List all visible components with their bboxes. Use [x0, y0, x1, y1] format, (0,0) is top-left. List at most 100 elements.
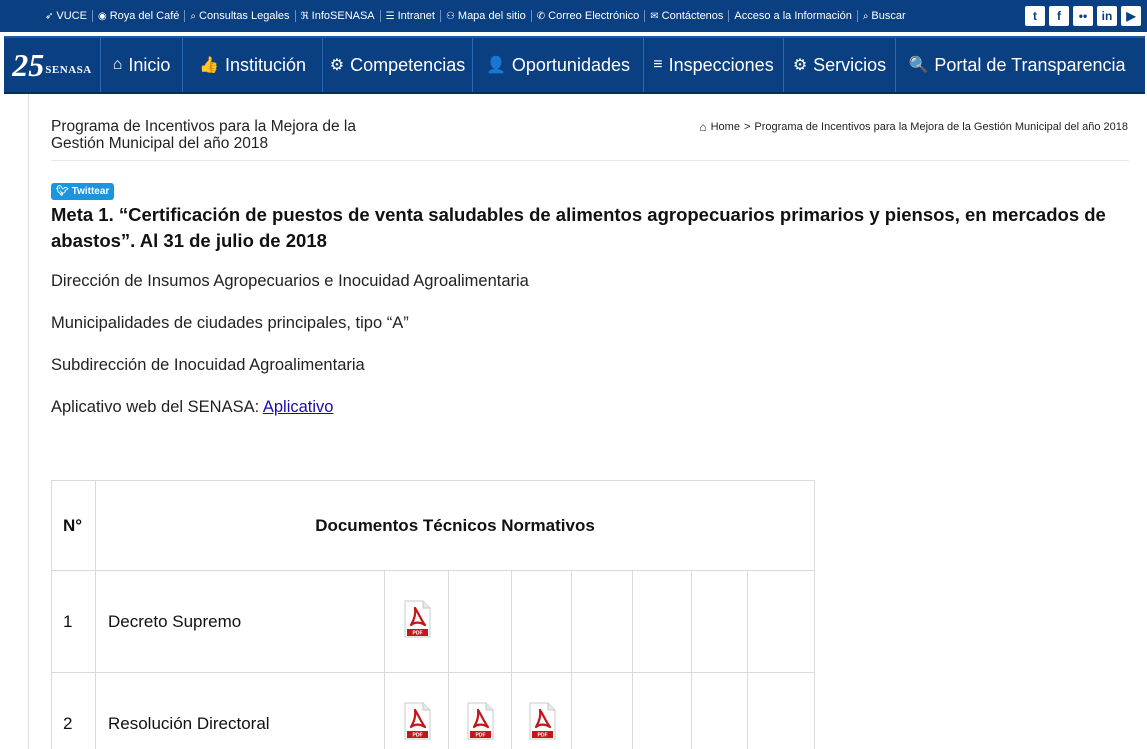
add-user-icon: 👤	[485, 57, 506, 74]
topbar-link-8[interactable]: Acceso a la Información	[729, 10, 856, 22]
pdf-cell: PDF	[384, 672, 449, 749]
tweet-button[interactable]: 🐦︎ Twittear	[51, 183, 115, 200]
gears-icon: ⚙	[792, 57, 808, 74]
home-icon: ⌂	[112, 56, 123, 73]
email-icon: ✆	[536, 10, 546, 22]
logo-number: 25	[12, 46, 45, 83]
nav-item-label: Oportunidades	[511, 54, 630, 75]
pdf-cell: PDF	[511, 672, 572, 749]
meta-heading: Meta 1. “Certificación de puestos de ven…	[51, 204, 1106, 251]
nav-item-competencias[interactable]: ⚙ Competencias	[323, 38, 473, 92]
topbar-link-label: Consultas Legales	[199, 10, 290, 22]
twitter-icon[interactable]: t	[1025, 6, 1045, 26]
nav-item-institución[interactable]: 👍 Institución	[183, 38, 323, 92]
pdf-cell	[571, 672, 633, 749]
topbar-link-label: InfoSENASA	[311, 10, 375, 22]
pdf-cell	[632, 672, 692, 749]
nav-item-label: Portal de Transparencia	[934, 54, 1126, 75]
pdf-cell	[571, 570, 633, 673]
logo-text: SENASA	[45, 64, 92, 76]
topbar-link-2[interactable]: ⌕ Consultas Legales	[185, 10, 294, 22]
linkedin-icon[interactable]: in	[1097, 6, 1117, 26]
flickr-icon[interactable]: ••	[1073, 6, 1093, 26]
page-title: Programa de Incentivos para la Mejora de…	[51, 118, 356, 152]
nav-item-label: Inicio	[128, 54, 171, 75]
municipality-type-text: Municipalidades de ciudades principales,…	[51, 314, 409, 332]
row-number: 2	[51, 672, 96, 749]
app-link[interactable]: Aplicativo	[263, 398, 334, 416]
pdf-icon[interactable]: PDF	[402, 600, 432, 638]
pdf-icon[interactable]: PDF	[527, 702, 557, 740]
topbar-link-0[interactable]: ➶ VUCE	[40, 10, 92, 22]
pdf-cell	[691, 672, 748, 749]
document-name: Resolución Directoral	[95, 672, 385, 749]
table-row: 2 Resolución Directoral PDF PDF PDF	[51, 672, 815, 749]
social-links: t f •• in ▶	[1025, 6, 1141, 26]
search-icon: ⌕	[862, 10, 869, 22]
svg-text:PDF: PDF	[412, 733, 422, 739]
search-icon: ⌕	[190, 10, 197, 22]
topbar-link-label: Contáctenos	[661, 10, 724, 22]
topbar-link-label: Roya del Café	[109, 10, 180, 22]
pdf-cell	[511, 570, 572, 673]
nav-item-label: Inspecciones	[668, 54, 774, 75]
twitter-icon: 🐦︎	[56, 186, 69, 197]
pdf-cell: PDF	[448, 672, 512, 749]
topbar-link-4[interactable]: ☰ Intranet	[381, 10, 440, 22]
nav-item-inicio[interactable]: ⌂ Inicio	[101, 38, 183, 92]
top-utility-bar: ➶ VUCE ◉ Roya del Café ⌕ Consultas Legales ℜ In…	[0, 0, 1147, 32]
topbar-link-1[interactable]: ◉ Roya del Café	[93, 10, 184, 22]
senasa-logo[interactable]: 25 SENASA	[4, 38, 101, 92]
nav-item-label: Competencias	[350, 54, 466, 75]
topbar-link-label: Mapa del sitio	[457, 10, 526, 22]
youtube-icon[interactable]: ▶	[1121, 6, 1141, 26]
home-icon: ⌂	[699, 120, 707, 134]
arrow-icon: ➶	[45, 10, 54, 22]
envelope-icon: ✉	[650, 10, 659, 22]
main-nav: 25 SENASA ⌂ Inicio 👍 Institución ⚙ Competenci…	[4, 36, 1145, 94]
breadcrumb-home[interactable]: Home	[711, 121, 740, 133]
pdf-cell: PDF	[384, 570, 449, 673]
menu-icon: ≡	[653, 56, 663, 73]
topbar-link-7[interactable]: ✉ Contáctenos	[645, 10, 728, 22]
svg-text:PDF: PDF	[476, 733, 486, 739]
topbar-link-9[interactable]: ⌕ Buscar	[858, 10, 911, 22]
search-icon: 🔍	[908, 57, 929, 74]
pdf-cell	[747, 570, 815, 673]
topbar-link-5[interactable]: ⚇ Mapa del sitio	[441, 10, 531, 22]
globe-icon: ◉	[97, 10, 107, 22]
divider	[51, 160, 1129, 161]
rss-icon: ℜ	[300, 10, 309, 22]
document-name: Decreto Supremo	[95, 570, 385, 673]
topbar-link-6[interactable]: ✆ Correo Electrónico	[532, 10, 644, 22]
topbar-link-label: Buscar	[871, 10, 906, 22]
direction-text: Dirección de Insumos Agropecuarios e Ino…	[51, 272, 529, 290]
pdf-icon[interactable]: PDF	[402, 702, 432, 740]
tweet-label: Twittear	[71, 186, 110, 197]
svg-text:PDF: PDF	[412, 631, 422, 637]
intranet-icon: ☰	[385, 10, 395, 22]
app-line: Aplicativo web del SENASA: Aplicativo	[51, 398, 333, 417]
breadcrumb-current: Programa de Incentivos para la Mejora de…	[754, 121, 1128, 133]
nav-item-servicios[interactable]: ⚙ Servicios	[784, 38, 896, 92]
topbar-link-3[interactable]: ℜ InfoSENASA	[296, 10, 380, 22]
app-line-label: Aplicativo web del SENASA:	[51, 398, 263, 416]
pdf-cell	[448, 570, 512, 673]
table-row: 1 Decreto Supremo PDF	[51, 570, 815, 673]
nav-item-inspecciones[interactable]: ≡ Inspecciones	[644, 38, 784, 92]
nav-item-portal-de-transparencia[interactable]: 🔍 Portal de Transparencia	[896, 38, 1138, 92]
topbar-link-label: VUCE	[56, 10, 87, 22]
svg-text:PDF: PDF	[537, 733, 547, 739]
thumbs-up-icon: 👍	[199, 57, 219, 74]
pdf-icon[interactable]: PDF	[465, 702, 495, 740]
topbar-link-label: Correo Electrónico	[548, 10, 640, 22]
pdf-cell	[632, 570, 692, 673]
gear-icon: ⚙	[329, 57, 345, 74]
row-number: 1	[51, 570, 96, 673]
facebook-icon[interactable]: f	[1049, 6, 1069, 26]
nav-item-oportunidades[interactable]: 👤 Oportunidades	[473, 38, 644, 92]
nav-item-label: Servicios	[813, 54, 887, 75]
subdirection-text: Subdirección de Inocuidad Agroalimentari…	[51, 356, 365, 374]
pdf-cell	[747, 672, 815, 749]
table-header-row: N° Documentos Técnicos Normativos	[51, 480, 815, 571]
